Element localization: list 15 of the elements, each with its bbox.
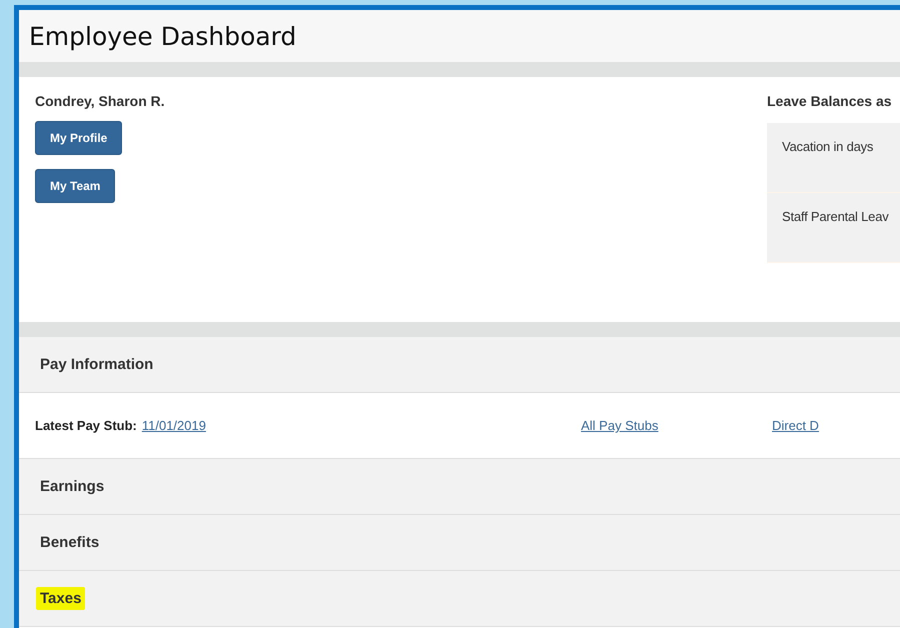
pay-stub-date-link[interactable]: 11/01/2019	[142, 418, 206, 433]
leave-balance-row: Vacation in days	[767, 123, 900, 193]
nav-button[interactable]: My Team	[35, 169, 116, 203]
direct-deposit-link[interactable]: Direct D	[772, 418, 819, 433]
highlighted-section-label[interactable]: Taxes	[36, 587, 86, 610]
page-title: Employee Dashboard	[29, 22, 296, 50]
latest-pay-stub-label: Latest Pay Stub:	[35, 418, 137, 433]
employee-name: Condrey, Sharon R.	[35, 93, 165, 109]
section-label[interactable]: Earnings	[36, 475, 108, 498]
leave-balance-row: Staff Parental Leav	[767, 193, 900, 263]
leave-balances-heading: Leave Balances as	[767, 93, 893, 109]
section-label[interactable]: Benefits	[36, 531, 104, 554]
all-pay-stubs-link[interactable]: All Pay Stubs	[581, 418, 772, 433]
section-header[interactable]: Pay Information	[19, 337, 900, 393]
nav-button[interactable]: My Profile	[35, 121, 122, 155]
